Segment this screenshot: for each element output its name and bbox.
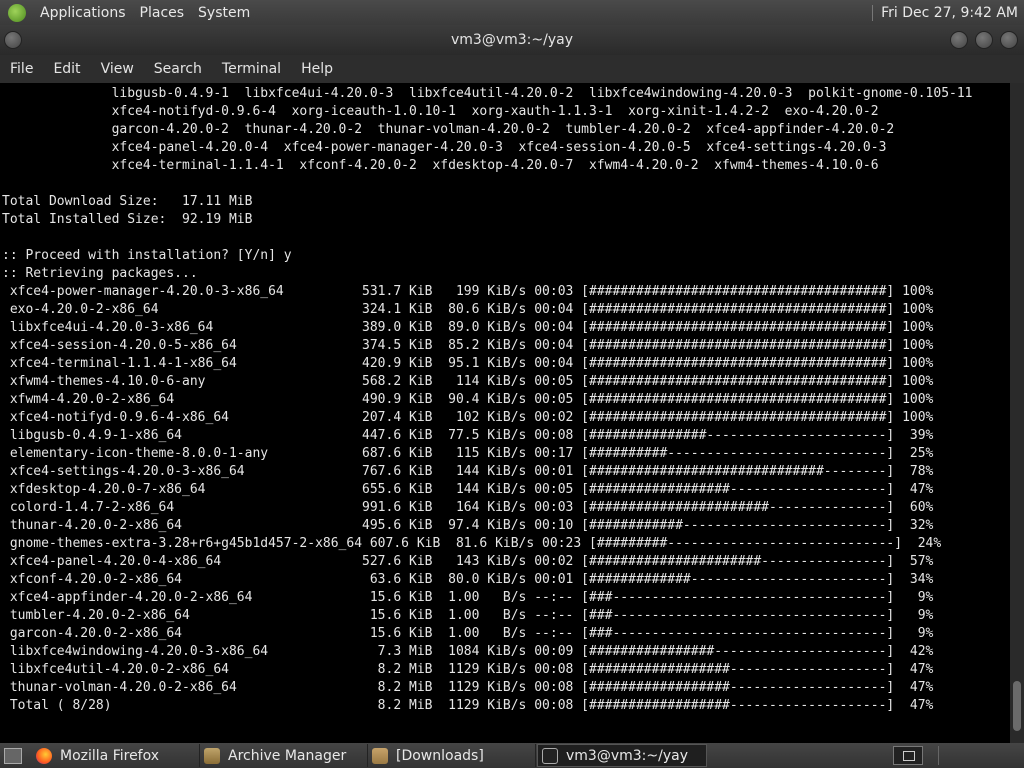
terminal-line: tumbler-4.20.0-2-x86_64 15.6 KiB 1.00 B/… bbox=[2, 608, 934, 623]
terminal-line: libxfce4util-4.20.0-2-x86_64 8.2 MiB 112… bbox=[2, 662, 934, 677]
terminal-line: libxfce4ui-4.20.0-3-x86_64 389.0 KiB 89.… bbox=[2, 320, 934, 335]
terminal-line: xfce4-panel-4.20.0-4-x86_64 527.6 KiB 14… bbox=[2, 554, 934, 569]
terminal-output[interactable]: libgusb-0.4.9-1 libxfce4ui-4.20.0-3 libx… bbox=[0, 83, 1010, 743]
terminal-line: elementary-icon-theme-8.0.0-1-any 687.6 … bbox=[2, 446, 934, 461]
applications-menu[interactable]: Applications bbox=[40, 5, 126, 21]
maximize-button[interactable] bbox=[975, 31, 993, 49]
terminal-line: gnome-themes-extra-3.28+r6+g45b1d457-2-x… bbox=[2, 536, 942, 551]
clock[interactable]: Fri Dec 27, 9:42 AM bbox=[881, 5, 1018, 21]
clock-area: Fri Dec 27, 9:42 AM bbox=[872, 0, 1018, 25]
task-firefox[interactable]: Mozilla Firefox bbox=[32, 744, 200, 767]
bottom-panel: Mozilla Firefox Archive Manager [Downloa… bbox=[0, 743, 1024, 768]
terminal-line: thunar-volman-4.20.0-2-x86_64 8.2 MiB 11… bbox=[2, 680, 934, 695]
terminal-line: xfconf-4.20.0-2-x86_64 63.6 KiB 80.0 KiB… bbox=[2, 572, 934, 587]
menu-search[interactable]: Search bbox=[144, 61, 212, 77]
firefox-icon bbox=[36, 747, 52, 764]
terminal-line: :: Retrieving packages... bbox=[2, 266, 198, 281]
menu-edit[interactable]: Edit bbox=[43, 61, 90, 77]
terminal-line: xfce4-appfinder-4.20.0-2-x86_64 15.6 KiB… bbox=[2, 590, 934, 605]
terminal-line: xfce4-session-4.20.0-5-x86_64 374.5 KiB … bbox=[2, 338, 934, 353]
terminal-line: xfce4-terminal-1.1.4-1-x86_64 420.9 KiB … bbox=[2, 356, 934, 371]
terminal-line: xfce4-notifyd-0.9.6-4 xorg-iceauth-1.0.1… bbox=[2, 104, 879, 119]
terminal-icon bbox=[542, 747, 558, 764]
terminal-line: :: Proceed with installation? [Y/n] y bbox=[2, 248, 292, 263]
clock-separator bbox=[872, 4, 874, 21]
minimize-button[interactable] bbox=[950, 31, 968, 49]
window-title: vm3@vm3:~/yay bbox=[451, 32, 573, 48]
applications-icon[interactable] bbox=[8, 3, 26, 22]
scrollbar-thumb[interactable] bbox=[1013, 681, 1021, 731]
terminal-scrollbar[interactable] bbox=[1010, 83, 1024, 743]
terminal-line: garcon-4.20.0-2 thunar-4.20.0-2 thunar-v… bbox=[2, 122, 895, 137]
terminal-line: Total Installed Size: 92.19 MiB bbox=[2, 212, 253, 227]
menubar: File Edit View Search Terminal Help bbox=[0, 55, 1024, 83]
system-menu[interactable]: System bbox=[198, 5, 250, 21]
terminal-line: xfce4-notifyd-0.9.6-4-x86_64 207.4 KiB 1… bbox=[2, 410, 934, 425]
terminal-line: garcon-4.20.0-2-x86_64 15.6 KiB 1.00 B/s… bbox=[2, 626, 934, 641]
terminal-line: xfce4-settings-4.20.0-3-x86_64 767.6 KiB… bbox=[2, 464, 934, 479]
terminal-line: xfwm4-4.20.0-2-x86_64 490.9 KiB 90.4 KiB… bbox=[2, 392, 934, 407]
task-label: [Downloads] bbox=[396, 747, 484, 764]
terminal-line: xfdesktop-4.20.0-7-x86_64 655.6 KiB 144 … bbox=[2, 482, 934, 497]
top-panel: Applications Places System Fri Dec 27, 9… bbox=[0, 0, 1024, 25]
terminal-line: xfce4-power-manager-4.20.0-3-x86_64 531.… bbox=[2, 284, 934, 299]
task-label: Mozilla Firefox bbox=[60, 747, 160, 764]
task-terminal[interactable]: vm3@vm3:~/yay bbox=[537, 744, 707, 767]
show-desktop-icon[interactable] bbox=[4, 748, 22, 764]
panel-menus: Applications Places System bbox=[8, 0, 264, 25]
window-titlebar[interactable]: vm3@vm3:~/yay bbox=[0, 25, 1024, 55]
terminal-line: xfce4-panel-4.20.0-4 xfce4-power-manager… bbox=[2, 140, 887, 155]
menu-file[interactable]: File bbox=[0, 61, 43, 77]
task-downloads[interactable]: [Downloads] bbox=[368, 744, 536, 767]
menu-terminal[interactable]: Terminal bbox=[212, 61, 291, 77]
task-label: Archive Manager bbox=[228, 747, 347, 764]
menu-view[interactable]: View bbox=[91, 61, 144, 77]
task-label: vm3@vm3:~/yay bbox=[566, 747, 688, 764]
terminal-line: xfce4-terminal-1.1.4-1 xfconf-4.20.0-2 x… bbox=[2, 158, 879, 173]
tray-separator bbox=[938, 746, 939, 765]
terminal-line: exo-4.20.0-2-x86_64 324.1 KiB 80.6 KiB/s… bbox=[2, 302, 934, 317]
terminal-line: colord-1.4.7-2-x86_64 991.6 KiB 164 KiB/… bbox=[2, 500, 934, 515]
terminal-line: Total ( 8/28) 8.2 MiB 1129 KiB/s 00:08 [… bbox=[2, 698, 934, 713]
terminal-line: libxfce4windowing-4.20.0-3-x86_64 7.3 Mi… bbox=[2, 644, 934, 659]
task-archive-manager[interactable]: Archive Manager bbox=[200, 744, 368, 767]
close-button[interactable] bbox=[1000, 31, 1018, 49]
terminal-line: Total Download Size: 17.11 MiB bbox=[2, 194, 253, 209]
menu-help[interactable]: Help bbox=[291, 61, 343, 77]
terminal-line: thunar-4.20.0-2-x86_64 495.6 KiB 97.4 Ki… bbox=[2, 518, 934, 533]
folder-icon bbox=[372, 747, 388, 764]
terminal-line: libgusb-0.4.9-1 libxfce4ui-4.20.0-3 libx… bbox=[2, 86, 973, 101]
archive-icon bbox=[204, 747, 220, 764]
terminal-line: xfwm4-themes-4.10.0-6-any 568.2 KiB 114 … bbox=[2, 374, 934, 389]
terminal-line: libgusb-0.4.9-1-x86_64 447.6 KiB 77.5 Ki… bbox=[2, 428, 934, 443]
places-menu[interactable]: Places bbox=[140, 5, 185, 21]
workspace-switcher-icon[interactable] bbox=[893, 746, 923, 765]
